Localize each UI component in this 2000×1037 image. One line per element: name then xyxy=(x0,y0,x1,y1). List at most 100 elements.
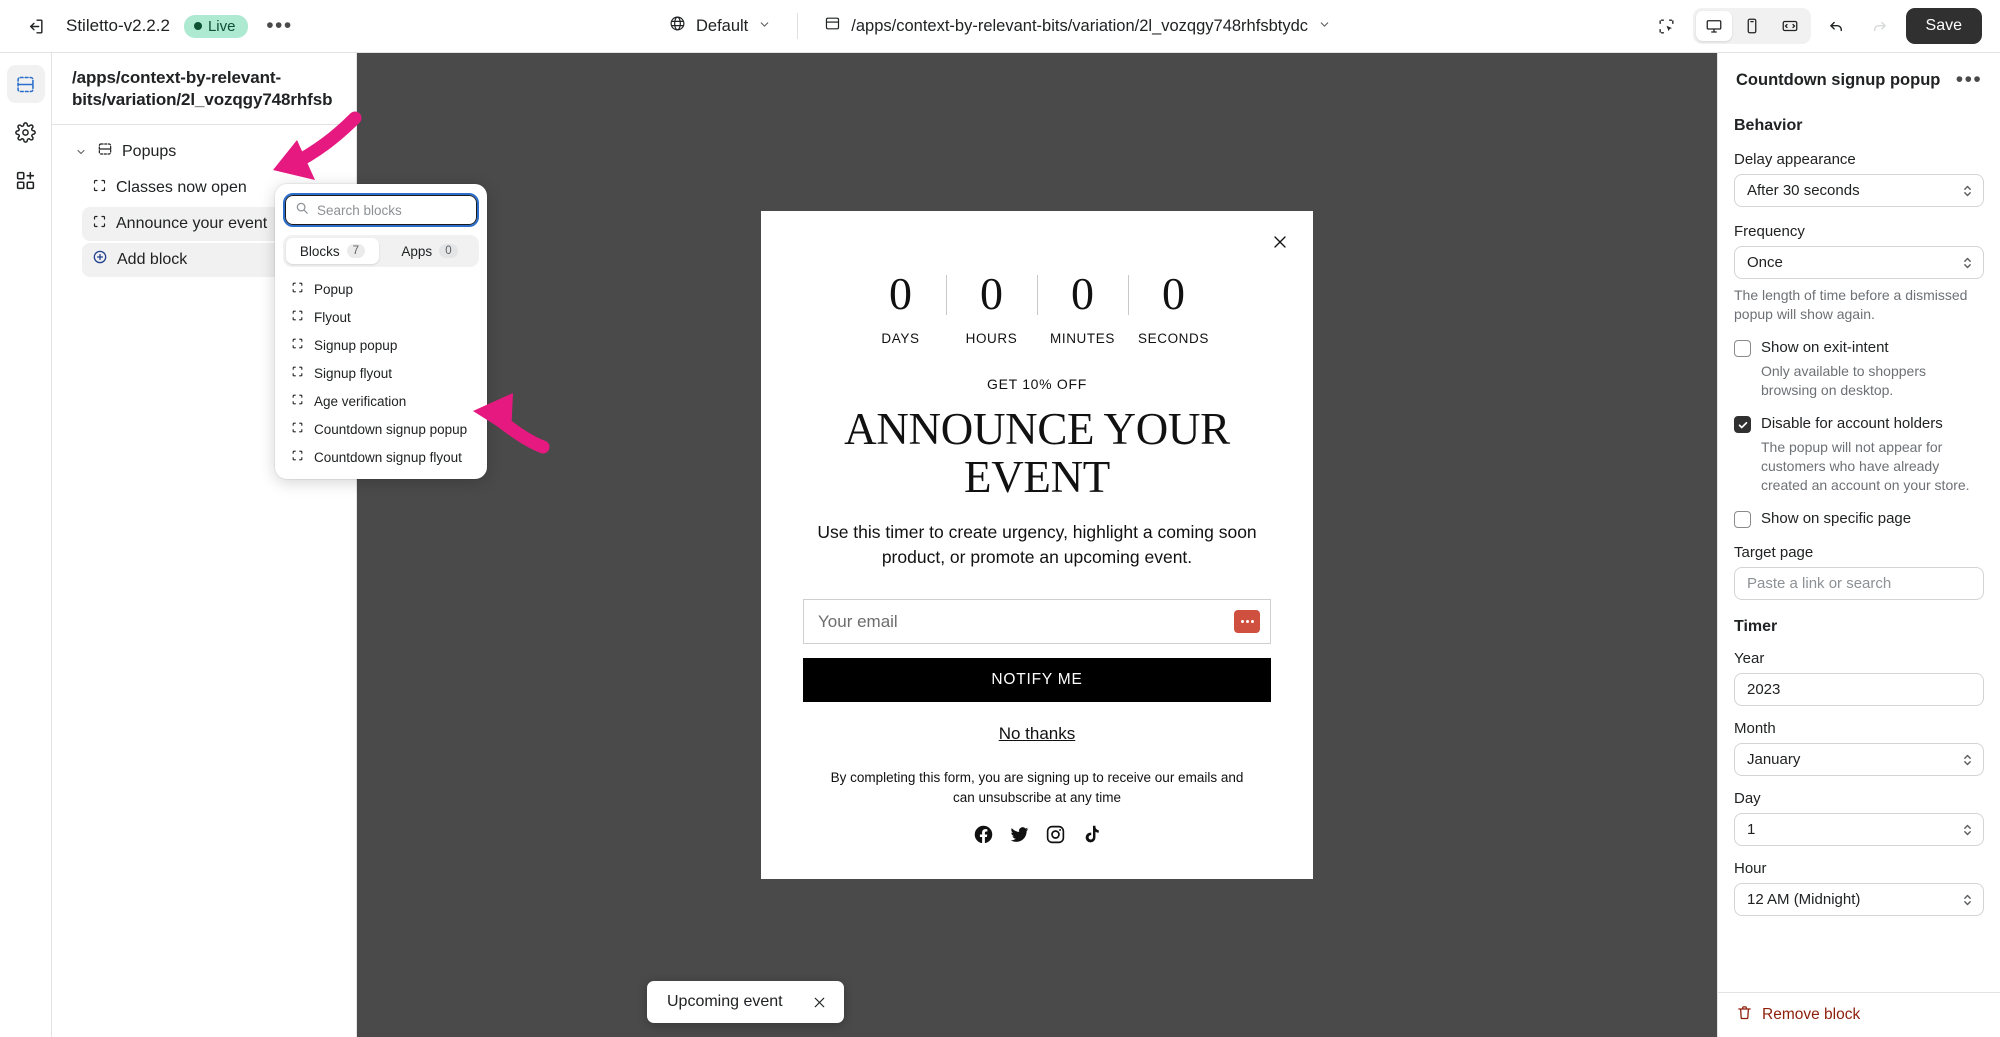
block-icon xyxy=(291,337,304,353)
rail-sections-icon[interactable] xyxy=(6,65,45,103)
exit-intent-checkbox[interactable] xyxy=(1734,340,1751,358)
status-label: Live xyxy=(207,17,236,35)
rail-gear-icon[interactable] xyxy=(7,113,45,151)
close-icon[interactable] xyxy=(811,994,828,1011)
save-button[interactable]: Save xyxy=(1905,8,1982,44)
block-item-age-verification[interactable]: Age verification xyxy=(283,387,479,415)
settings-more-button[interactable]: ••• xyxy=(1956,67,1982,93)
block-item-label: Countdown signup flyout xyxy=(314,449,462,465)
page-icon xyxy=(824,15,841,37)
topbar-divider xyxy=(797,13,799,39)
delay-appearance-value: After 30 seconds xyxy=(1747,182,1860,199)
frequency-label: Frequency xyxy=(1734,223,1805,240)
facebook-icon[interactable] xyxy=(973,824,994,845)
preview-canvas: 0 DAYS 0 HOURS 0 MINUTES 0 SECONDS GET 1… xyxy=(357,53,1717,1037)
exit-intent-help-text: Only available to shoppers browsing on d… xyxy=(1761,363,1926,398)
block-picker-popover: Blocks 7 Apps 0 Popup Flyout Signup popu… xyxy=(275,184,487,479)
block-item-popup[interactable]: Popup xyxy=(283,275,479,303)
sidebar-path-line1: /apps/context-by-relevant- xyxy=(72,68,282,87)
countdown-timer: 0 DAYS 0 HOURS 0 MINUTES 0 SECONDS xyxy=(803,268,1271,347)
full-width-icon[interactable] xyxy=(1772,11,1808,41)
email-submit-icon[interactable] xyxy=(1234,610,1260,634)
twitter-icon[interactable] xyxy=(1009,824,1030,845)
disable-accounts-label: Disable for account holders xyxy=(1761,415,1943,433)
mobile-icon[interactable] xyxy=(1734,11,1770,41)
remove-block-button[interactable]: Remove block xyxy=(1762,1006,1860,1024)
tree-group-label: Popups xyxy=(122,142,177,160)
theme-selector-value: Default xyxy=(695,16,749,35)
hour-label: Hour xyxy=(1734,860,1767,878)
countdown-unit-seconds: 0 SECONDS xyxy=(1137,268,1211,347)
redo-icon xyxy=(1863,9,1897,43)
block-item-label: Flyout xyxy=(314,309,351,325)
popup-preview: 0 DAYS 0 HOURS 0 MINUTES 0 SECONDS GET 1… xyxy=(761,211,1313,879)
page-path-value: /apps/context-by-relevant-bits/variation… xyxy=(851,16,1309,35)
specific-page-label: Show on specific page xyxy=(1761,510,1912,528)
countdown-label: SECONDS xyxy=(1138,331,1209,347)
block-icon xyxy=(291,421,304,437)
block-item-signup-popup[interactable]: Signup popup xyxy=(283,331,479,359)
popup-close-icon[interactable] xyxy=(1265,227,1295,257)
desktop-icon[interactable] xyxy=(1695,11,1732,41)
tree-group-popups[interactable]: Popups xyxy=(64,135,344,169)
exit-icon[interactable] xyxy=(18,9,52,43)
target-page-placeholder: Paste a link or search xyxy=(1747,575,1892,593)
chevron-updown-icon xyxy=(1962,752,1973,768)
target-page-input[interactable]: Paste a link or search xyxy=(1734,567,1984,601)
topbar-center-group: Default /apps/context-by-relevant-bits/v… xyxy=(657,9,1343,43)
tab-blocks-count: 7 xyxy=(346,244,366,258)
day-select[interactable]: 1 xyxy=(1734,813,1984,847)
tab-apps-count: 0 xyxy=(439,244,458,258)
year-input[interactable]: 2023 xyxy=(1734,673,1984,707)
chevron-down-icon xyxy=(758,17,771,36)
popup-title: ANNOUNCE YOUR EVENT xyxy=(844,404,1230,503)
search-input[interactable] xyxy=(317,202,467,218)
undo-icon[interactable] xyxy=(1820,9,1854,43)
top-bar: Stiletto-v2.2.2 Live ••• Default /apps/c… xyxy=(0,0,2000,53)
block-item-label: Signup popup xyxy=(314,337,398,353)
disable-accounts-checkbox[interactable] xyxy=(1734,416,1751,434)
instagram-icon[interactable] xyxy=(1045,824,1066,845)
app-root: Stiletto-v2.2.2 Live ••• Default /apps/c… xyxy=(0,0,2000,1037)
block-item-countdown-signup-flyout[interactable]: Countdown signup flyout xyxy=(283,443,479,471)
block-item-signup-flyout[interactable]: Signup flyout xyxy=(283,359,479,387)
chevron-updown-icon xyxy=(1962,892,1973,908)
delay-appearance-label: Delay appearance xyxy=(1734,151,1856,168)
tab-blocks-label: Blocks xyxy=(299,243,340,259)
topbar-right-group: Save xyxy=(1650,8,1982,44)
block-icon xyxy=(291,449,304,465)
year-value: 2023 xyxy=(1747,681,1781,699)
tiktok-icon[interactable] xyxy=(1081,824,1102,845)
notify-me-button[interactable]: NOTIFY ME xyxy=(803,658,1271,703)
hour-select[interactable]: 12 AM (Midnight) xyxy=(1734,883,1984,917)
frequency-value: Once xyxy=(1747,254,1783,271)
tab-apps[interactable]: Apps 0 xyxy=(383,238,476,264)
search-blocks-field[interactable] xyxy=(283,193,479,227)
settings-title: Countdown signup popup xyxy=(1736,70,1941,89)
month-select[interactable]: January xyxy=(1734,743,1984,777)
countdown-value: 0 xyxy=(1162,268,1185,320)
frequency-select[interactable]: Once xyxy=(1734,246,1984,279)
disable-accounts-row: Disable for account holders xyxy=(1734,415,1984,434)
theme-selector[interactable]: Default xyxy=(657,9,783,43)
delay-appearance-select[interactable]: After 30 seconds xyxy=(1734,174,1984,207)
countdown-unit-minutes: 0 MINUTES xyxy=(1046,271,1120,347)
more-options-button[interactable]: ••• xyxy=(262,9,296,43)
email-input-row[interactable]: Your email xyxy=(803,599,1271,645)
tab-apps-label: Apps xyxy=(401,243,433,259)
specific-page-checkbox[interactable] xyxy=(1734,511,1751,529)
page-selector[interactable]: /apps/context-by-relevant-bits/variation… xyxy=(812,9,1343,43)
block-item-countdown-signup-popup[interactable]: Countdown signup popup xyxy=(283,415,479,443)
rail-apps-add-icon[interactable] xyxy=(7,161,45,199)
block-list: Popup Flyout Signup popup Signup flyout … xyxy=(283,275,479,471)
select-pointer-icon[interactable] xyxy=(1650,9,1684,43)
tab-blocks[interactable]: Blocks 7 xyxy=(286,238,379,264)
plus-circle-icon xyxy=(92,249,108,270)
status-dot xyxy=(193,22,202,30)
no-thanks-link[interactable]: No thanks xyxy=(999,724,1076,744)
block-icon xyxy=(291,281,304,297)
block-item-flyout[interactable]: Flyout xyxy=(283,303,479,331)
picker-tabs: Blocks 7 Apps 0 xyxy=(283,235,479,267)
countdown-divider xyxy=(1127,275,1129,316)
app-title: Stiletto-v2.2.2 xyxy=(66,16,170,35)
